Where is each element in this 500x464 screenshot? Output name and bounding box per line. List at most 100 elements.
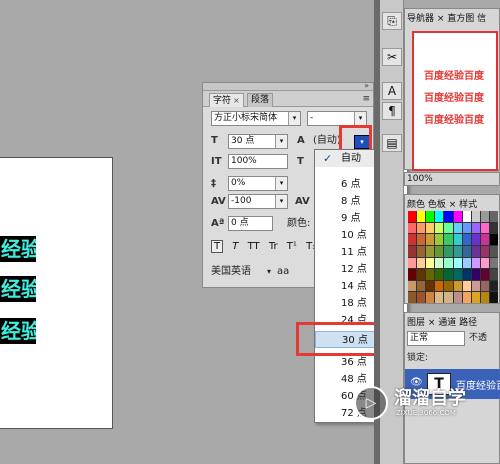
tab-styles[interactable]: 样式 [459, 200, 477, 210]
swatch-grid[interactable] [408, 211, 498, 303]
superscript-button[interactable]: T¹ [287, 241, 297, 252]
font-size-field[interactable]: 30 点 ▾ [228, 134, 288, 149]
swatch[interactable] [480, 257, 489, 269]
brush-icon[interactable]: ▤ [382, 134, 402, 152]
chevron-down-icon[interactable]: ▾ [275, 135, 287, 148]
font-family-select[interactable]: 方正小标宋简体 ▾ [211, 111, 301, 126]
swatch[interactable] [489, 280, 498, 292]
tab-layers[interactable]: 图层 × [407, 318, 435, 328]
swatch[interactable] [426, 280, 435, 292]
swatch[interactable] [417, 222, 426, 234]
tab-navigator[interactable]: 导航器 × [407, 14, 444, 24]
swatch[interactable] [462, 211, 471, 222]
swatch[interactable] [453, 234, 462, 245]
swatch[interactable] [417, 269, 426, 280]
swatch[interactable] [453, 222, 462, 234]
swatch[interactable] [471, 245, 480, 257]
swatch[interactable] [480, 245, 489, 257]
leading-field[interactable]: (自动) [313, 134, 341, 148]
tracking-field[interactable]: -100 ▾ [228, 194, 288, 209]
swatch[interactable] [426, 211, 435, 222]
swatch[interactable] [462, 280, 471, 292]
swatch[interactable] [462, 257, 471, 269]
swatch[interactable] [426, 245, 435, 257]
swatch[interactable] [489, 245, 498, 257]
swatch[interactable] [435, 245, 444, 257]
language-select[interactable]: 美国英语 [211, 265, 251, 279]
swatch[interactable] [408, 245, 417, 257]
panel-menu-icon[interactable]: ≡ [362, 94, 370, 104]
swatch[interactable] [444, 292, 453, 303]
tab-paths[interactable]: 路径 [459, 318, 477, 328]
swatch[interactable] [408, 280, 417, 292]
swatch[interactable] [471, 222, 480, 234]
tab-color[interactable]: 颜色 [407, 200, 425, 210]
swatch[interactable] [444, 245, 453, 257]
swatch[interactable] [453, 269, 462, 280]
swatch[interactable] [471, 257, 480, 269]
swatch[interactable] [417, 257, 426, 269]
tools-icon[interactable]: ✂ [382, 48, 402, 66]
blend-mode-select[interactable]: 正常 [407, 331, 465, 346]
swatch[interactable] [462, 234, 471, 245]
swatch[interactable] [435, 257, 444, 269]
swatch[interactable] [480, 234, 489, 245]
swatch[interactable] [489, 222, 498, 234]
swatch[interactable] [453, 211, 462, 222]
swatch[interactable] [417, 292, 426, 303]
swatch[interactable] [444, 257, 453, 269]
panel-title-bar[interactable]: » [203, 81, 373, 91]
swatch[interactable] [435, 222, 444, 234]
kerning-value-field[interactable]: 0 点 [228, 216, 273, 231]
swatch[interactable] [471, 280, 480, 292]
swatch[interactable] [453, 280, 462, 292]
chevron-down-icon[interactable]: ▾ [288, 112, 300, 125]
swatch[interactable] [453, 292, 462, 303]
swatch[interactable] [426, 222, 435, 234]
swatch[interactable] [408, 234, 417, 245]
tab-character[interactable]: 字符 × [209, 93, 244, 107]
swatch[interactable] [426, 269, 435, 280]
swatch[interactable] [471, 292, 480, 303]
swatch[interactable] [444, 269, 453, 280]
chevron-down-icon[interactable]: ▾ [275, 177, 287, 190]
swatch[interactable] [417, 245, 426, 257]
swatch[interactable] [480, 222, 489, 234]
swatch[interactable] [489, 211, 498, 222]
swatch[interactable] [462, 292, 471, 303]
swatch[interactable] [435, 292, 444, 303]
swatch[interactable] [471, 234, 480, 245]
swatch[interactable] [444, 222, 453, 234]
tab-swatches[interactable]: 色板 × [428, 200, 456, 210]
swatch[interactable] [480, 211, 489, 222]
small-caps-button[interactable]: Tr [269, 241, 278, 252]
swatch[interactable] [408, 257, 417, 269]
swatch[interactable] [462, 269, 471, 280]
vertical-scale-field[interactable]: 100% [228, 154, 288, 169]
tab-info[interactable]: 信 [477, 14, 486, 24]
swatch[interactable] [408, 222, 417, 234]
swatch[interactable] [417, 211, 426, 222]
history-icon[interactable]: ⎘ [382, 12, 402, 30]
swatch[interactable] [453, 245, 462, 257]
swatch[interactable] [426, 292, 435, 303]
swatch[interactable] [462, 245, 471, 257]
swatch[interactable] [408, 269, 417, 280]
swatch[interactable] [435, 269, 444, 280]
faux-bold-button[interactable]: T [211, 240, 224, 253]
swatch[interactable] [489, 269, 498, 280]
collapse-icon[interactable]: » [364, 81, 369, 90]
swatch[interactable] [471, 211, 480, 222]
swatch[interactable] [480, 280, 489, 292]
faux-italic-button[interactable]: T [232, 241, 238, 252]
swatch[interactable] [462, 222, 471, 234]
swatch[interactable] [408, 211, 417, 222]
swatch[interactable] [435, 234, 444, 245]
swatch[interactable] [489, 234, 498, 245]
paragraph-panel-icon[interactable]: ¶ [382, 102, 402, 120]
swatch[interactable] [471, 269, 480, 280]
swatch[interactable] [444, 234, 453, 245]
chevron-down-icon[interactable]: ▾ [275, 195, 287, 208]
swatch[interactable] [480, 292, 489, 303]
baseline-shift-field[interactable]: 0% ▾ [228, 176, 288, 191]
